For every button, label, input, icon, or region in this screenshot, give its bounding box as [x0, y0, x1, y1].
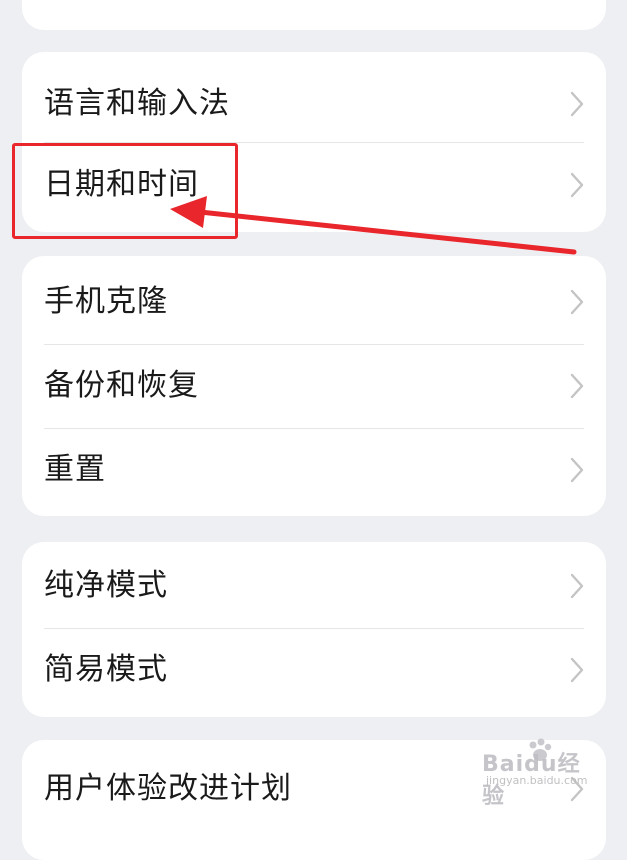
baidu-jingyan-watermark: Baidu经验 jingyan.baidu.com [478, 738, 598, 809]
watermark-url: jingyan.baidu.com [486, 774, 588, 787]
annotation-arrow [170, 196, 577, 255]
